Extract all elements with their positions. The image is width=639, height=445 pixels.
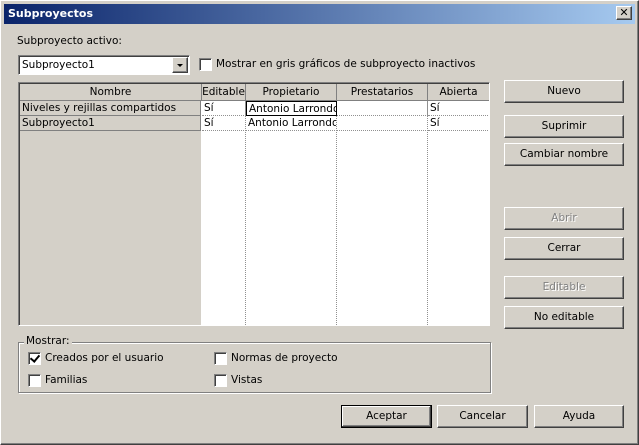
chevron-down-icon[interactable] [172,57,188,73]
active-subproject-select[interactable]: Subproyecto1 [18,55,190,75]
close-subproject-button[interactable]: Cerrar [504,237,624,260]
table-cell-open[interactable]: Sí [428,101,489,116]
gray-inactive-checkbox[interactable] [199,58,212,71]
table-cell-owner[interactable]: Antonio Larrondo [246,101,337,116]
user-created-label: Creados por el usuario [45,352,164,364]
column-divider [245,101,246,325]
new-button[interactable]: Nuevo [504,80,624,103]
close-button[interactable]: ✕ [616,6,632,20]
delete-button[interactable]: Suprimir [504,115,624,138]
column-header-open[interactable]: Abierta [428,84,489,101]
subprojects-table: Nombre Editable Propietario Prestatarios… [18,82,490,326]
accept-button[interactable]: Aceptar [341,405,432,428]
window-title: Subproyectos [8,7,93,20]
table-cell-editable[interactable]: Sí [202,116,246,131]
close-icon: ✕ [619,6,629,19]
title-bar[interactable]: Subproyectos ✕ [4,4,635,24]
table-cell-owner[interactable]: Antonio Larrondo [246,116,337,131]
column-divider [489,101,490,325]
make-not-editable-button[interactable]: No editable [504,306,624,329]
user-created-checkbox[interactable] [28,352,41,365]
table-cell-borrowers[interactable] [337,116,428,131]
column-header-owner[interactable]: Propietario [246,84,337,101]
views-label: Vistas [231,374,263,386]
table-row-header[interactable]: Niveles y rejillas compartidos [20,101,201,116]
project-standards-checkbox[interactable] [214,352,227,365]
help-button[interactable]: Ayuda [534,405,624,428]
row-header-column [20,101,201,325]
column-header-name[interactable]: Nombre [20,84,202,101]
table-cell-borrowers[interactable] [337,101,428,116]
show-group-title: Mostrar: [24,335,72,347]
gray-inactive-label: Mostrar en gris gráficos de subproyecto … [216,58,476,70]
table-cell-editable[interactable]: Sí [202,101,246,116]
table-cell-open[interactable]: Sí [428,116,489,131]
project-standards-label: Normas de proyecto [231,352,338,364]
make-editable-button[interactable]: Editable [504,276,624,299]
column-header-editable[interactable]: Editable [202,84,246,101]
column-divider [336,101,337,325]
subprojects-dialog: Subproyectos ✕ Subproyecto activo: Subpr… [0,0,639,445]
families-checkbox[interactable] [28,374,41,387]
table-row-header[interactable]: Subproyecto1 [20,116,201,131]
rename-button[interactable]: Cambiar nombre [504,143,624,166]
views-checkbox[interactable] [214,374,227,387]
active-subproject-value: Subproyecto1 [22,59,95,71]
cancel-button[interactable]: Cancelar [437,405,528,428]
active-subproject-label: Subproyecto activo: [17,35,122,47]
column-divider [427,101,428,325]
open-button[interactable]: Abrir [504,207,624,230]
column-header-borrowers[interactable]: Prestatarios [337,84,428,101]
families-label: Familias [45,374,88,386]
